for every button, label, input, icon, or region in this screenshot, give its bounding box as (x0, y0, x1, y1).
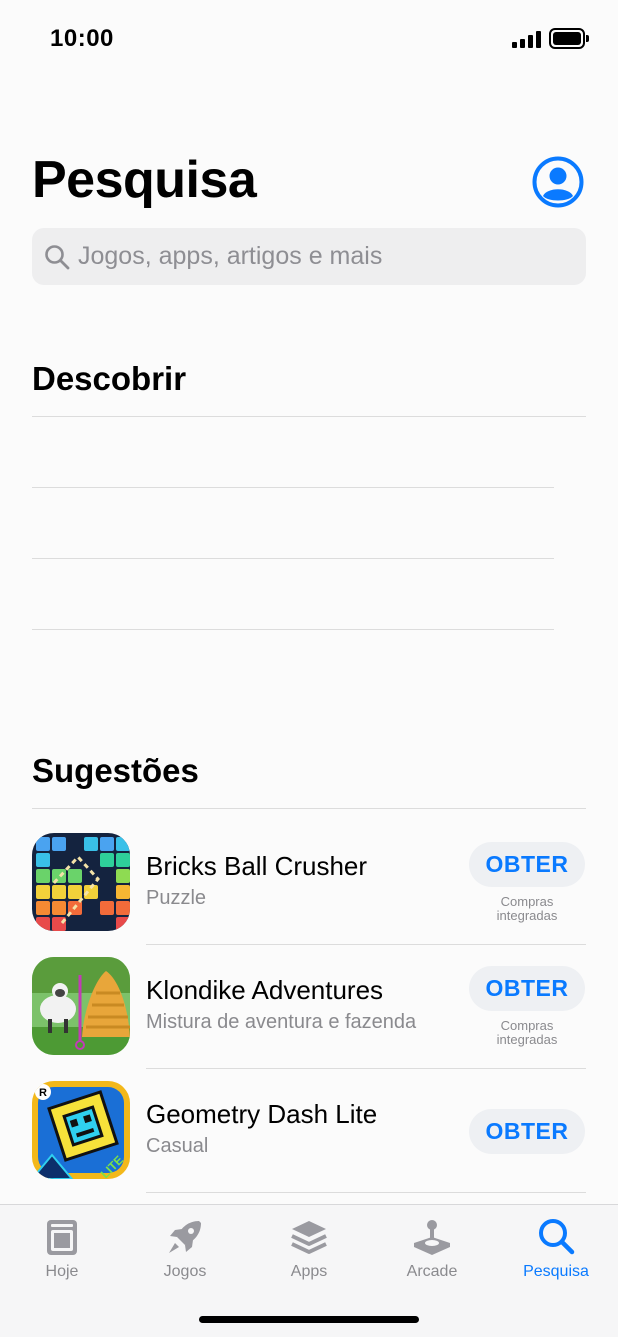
divider (146, 1068, 586, 1069)
search-icon (539, 1219, 575, 1255)
layers-icon (291, 1221, 327, 1254)
account-button[interactable] (532, 156, 584, 208)
tab-arcade[interactable]: Arcade (377, 1205, 487, 1295)
rocket-icon (169, 1221, 201, 1253)
divider (146, 1192, 586, 1193)
app-category: Mistura de aventura e fazenda (146, 1011, 417, 1033)
signal-icon (512, 30, 542, 48)
app-category: Casual (146, 1135, 209, 1157)
discover-row[interactable] (32, 629, 554, 630)
divider (32, 808, 586, 809)
discover-title: Descobrir (32, 360, 187, 397)
in-app-purchases-note: Compras integradas (496, 1018, 558, 1047)
app-row-geometry-dash-lite[interactable]: R LITE Geometry Dash Lite Casual OBTER (32, 1081, 586, 1205)
tab-label: Hoje (45, 1263, 79, 1280)
get-button[interactable]: OBTER (469, 966, 585, 1011)
status-bar: 10:00 (0, 0, 618, 80)
divider (32, 416, 586, 417)
tab-label: Apps (290, 1263, 328, 1280)
joystick-icon (414, 1220, 450, 1255)
get-button[interactable]: OBTER (469, 1109, 585, 1154)
tab-label: Pesquisa (523, 1263, 589, 1280)
search-field[interactable] (32, 228, 586, 285)
today-icon (47, 1220, 77, 1255)
discover-row[interactable] (32, 558, 554, 559)
suggestions-title: Sugestões (32, 752, 199, 789)
klondike-adventures-app-icon (32, 957, 130, 1055)
tab-apps[interactable]: Apps (254, 1205, 364, 1295)
app-name: Geometry Dash Lite (146, 1099, 378, 1129)
divider (146, 944, 586, 945)
tab-label: Jogos (163, 1263, 207, 1280)
discover-row[interactable] (32, 487, 554, 488)
get-button[interactable]: OBTER (469, 842, 585, 887)
tab-pesquisa[interactable]: Pesquisa (501, 1205, 611, 1295)
app-row-klondike-adventures[interactable]: Klondike Adventures Mistura de aventura … (32, 957, 586, 1081)
status-time: 10:00 (50, 25, 114, 52)
app-name: Bricks Ball Crusher (146, 851, 368, 881)
app-row-bricks-ball-crusher[interactable]: Bricks Ball Crusher Puzzle OBTER Compras… (32, 833, 586, 957)
tab-label: Arcade (406, 1263, 458, 1280)
account-icon (532, 156, 584, 208)
tab-hoje[interactable]: Hoje (7, 1205, 117, 1295)
search-icon (45, 245, 70, 270)
geometry-dash-lite-app-icon: R LITE (32, 1081, 130, 1179)
bricks-ball-crusher-app-icon (32, 833, 130, 931)
page-title: Pesquisa (32, 151, 257, 209)
tab-jogos[interactable]: Jogos (130, 1205, 240, 1295)
svg-text:R: R (39, 1087, 47, 1099)
battery-icon (549, 28, 589, 49)
app-category: Puzzle (146, 887, 207, 909)
search-input[interactable] (78, 228, 578, 285)
app-name: Klondike Adventures (146, 975, 384, 1005)
in-app-purchases-note: Compras integradas (496, 894, 558, 923)
home-indicator (199, 1316, 419, 1323)
